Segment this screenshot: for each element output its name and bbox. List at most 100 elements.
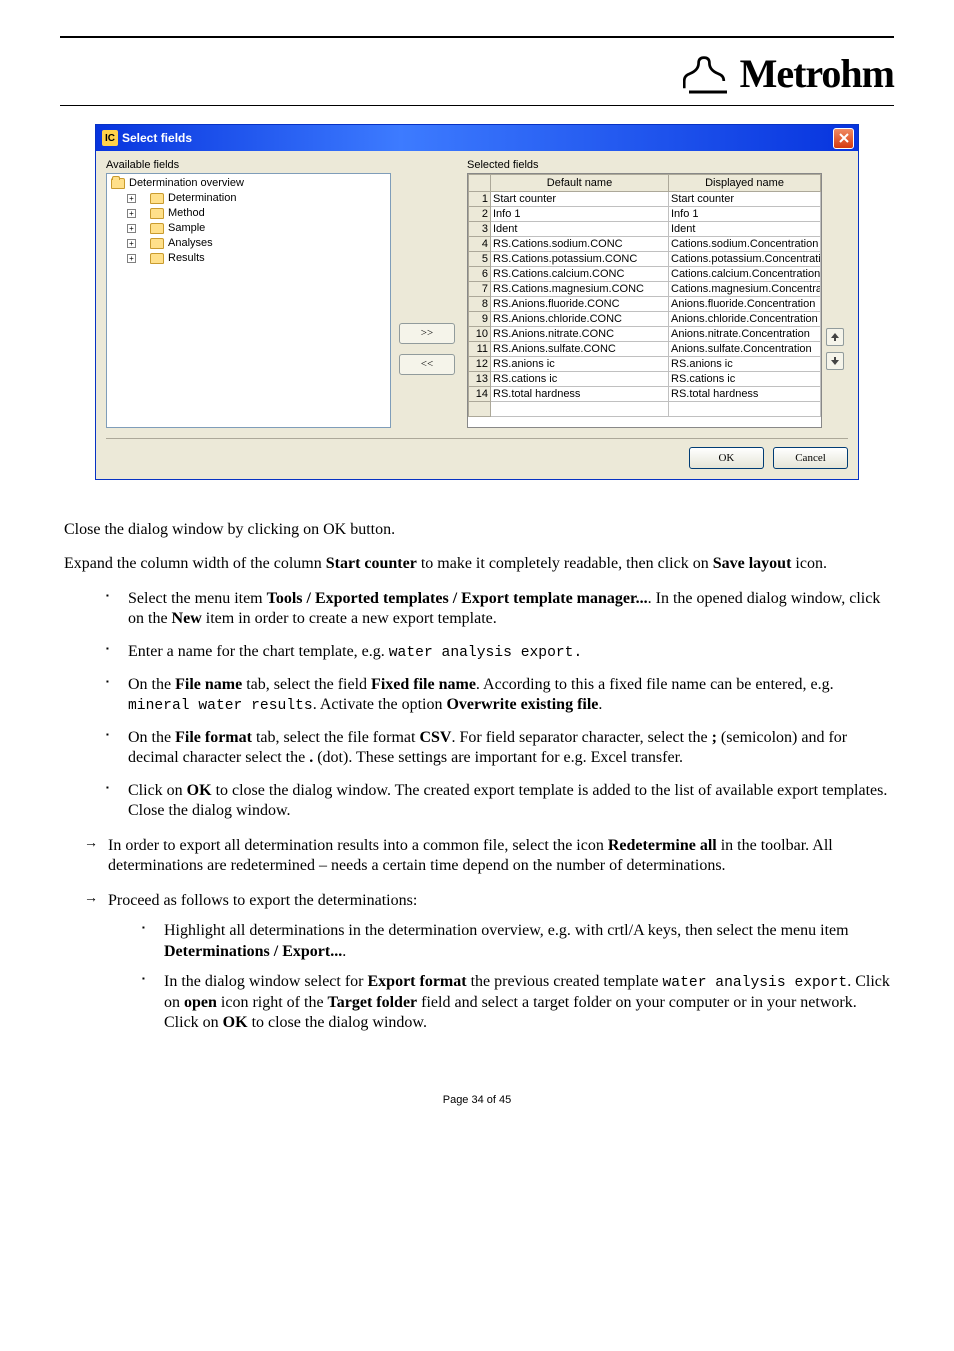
expander-icon[interactable]: +	[127, 224, 136, 233]
row-displayed: Start counter	[669, 192, 821, 207]
move-up-button[interactable]	[826, 328, 844, 346]
tree-item[interactable]: + Method	[111, 206, 386, 221]
row-displayed: RS.anions ic	[669, 357, 821, 372]
row-default: Start counter	[491, 192, 669, 207]
row-num: 2	[469, 207, 491, 222]
row-num: 12	[469, 357, 491, 372]
expander-icon[interactable]: +	[127, 254, 136, 263]
ok-button[interactable]: OK	[689, 447, 764, 469]
row-num: 10	[469, 327, 491, 342]
row-displayed: Anions.fluoride.Concentration	[669, 297, 821, 312]
table-row[interactable]: 13RS.cations icRS.cations ic	[469, 372, 821, 387]
close-button[interactable]	[833, 128, 854, 149]
available-fields-tree[interactable]: Determination overview + Determination + Me…	[106, 173, 391, 428]
col-num[interactable]	[469, 175, 491, 192]
row-default: RS.Cations.magnesium.CONC	[491, 282, 669, 297]
tree-item[interactable]: + Analyses	[111, 236, 386, 251]
row-default: RS.Cations.potassium.CONC	[491, 252, 669, 267]
tree-item[interactable]: + Determination	[111, 191, 386, 206]
row-displayed: RS.cations ic	[669, 372, 821, 387]
tree-item-label: Analyses	[168, 236, 213, 251]
tree-item-label: Sample	[168, 221, 205, 236]
row-displayed: Cations.calcium.Concentration	[669, 267, 821, 282]
col-default[interactable]: Default name	[491, 175, 669, 192]
row-displayed: RS.total hardness	[669, 387, 821, 402]
row-default: Ident	[491, 222, 669, 237]
row-default: RS.Anions.sulfate.CONC	[491, 342, 669, 357]
cancel-button[interactable]: Cancel	[773, 447, 848, 469]
row-default: RS.Anions.chloride.CONC	[491, 312, 669, 327]
table-row[interactable]: 1Start counterStart counter	[469, 192, 821, 207]
move-right-button[interactable]: >>	[399, 323, 455, 344]
row-num: 11	[469, 342, 491, 357]
arrow-step: In order to export all determination res…	[84, 836, 890, 877]
tree-item[interactable]: + Sample	[111, 221, 386, 236]
expander-icon[interactable]: +	[127, 239, 136, 248]
bullet-l2: Highlight all determinations in the dete…	[142, 921, 890, 962]
select-fields-dialog: IC Select fields Available fields Determ…	[95, 124, 859, 480]
folder-icon	[150, 253, 164, 264]
table-row[interactable]: 12RS.anions icRS.anions ic	[469, 357, 821, 372]
row-default: RS.Cations.calcium.CONC	[491, 267, 669, 282]
table-row[interactable]: 2Info 1Info 1	[469, 207, 821, 222]
row-num: 3	[469, 222, 491, 237]
move-down-button[interactable]	[826, 352, 844, 370]
para: Close the dialog window by clicking on O…	[64, 520, 890, 540]
tree-item-label: Determination	[168, 191, 236, 206]
folder-icon	[150, 208, 164, 219]
tree-item[interactable]: + Results	[111, 251, 386, 266]
row-default: RS.Anions.nitrate.CONC	[491, 327, 669, 342]
selected-fields-table[interactable]: Default name Displayed name 1Start count…	[468, 174, 821, 417]
tree-item-label: Method	[168, 206, 205, 221]
expander-icon[interactable]: +	[127, 209, 136, 218]
table-row[interactable]: 7RS.Cations.magnesium.CONCCations.magnes…	[469, 282, 821, 297]
top-rule	[60, 36, 894, 38]
row-default: RS.Anions.fluoride.CONC	[491, 297, 669, 312]
dialog-title: Select fields	[122, 131, 833, 145]
brand-block: Metrohm	[60, 46, 894, 99]
row-displayed: Cations.potassium.Concentration	[669, 252, 821, 267]
selected-fields-label: Selected fields	[467, 159, 822, 171]
bullet-l1: Click on OK to close the dialog window. …	[106, 781, 890, 822]
row-displayed: Anions.sulfate.Concentration	[669, 342, 821, 357]
table-row[interactable]: 4RS.Cations.sodium.CONCCations.sodium.Co…	[469, 237, 821, 252]
row-displayed: Anions.nitrate.Concentration	[669, 327, 821, 342]
app-icon: IC	[102, 130, 118, 146]
row-num: 1	[469, 192, 491, 207]
row-num: 6	[469, 267, 491, 282]
row-num: 4	[469, 237, 491, 252]
row-num: 9	[469, 312, 491, 327]
brand-text: Metrohm	[740, 51, 894, 96]
folder-icon	[150, 193, 164, 204]
col-displayed[interactable]: Displayed name	[669, 175, 821, 192]
row-num: 14	[469, 387, 491, 402]
arrow-step: Proceed as follows to export the determi…	[84, 891, 890, 911]
table-row[interactable]: 3IdentIdent	[469, 222, 821, 237]
table-row[interactable]: 11RS.Anions.sulfate.CONCAnions.sulfate.C…	[469, 342, 821, 357]
row-displayed: Cations.sodium.Concentration	[669, 237, 821, 252]
para: Expand the column width of the column St…	[64, 554, 890, 574]
document-body: Close the dialog window by clicking on O…	[60, 520, 894, 1034]
row-displayed: Anions.chloride.Concentration	[669, 312, 821, 327]
expander-icon[interactable]: +	[127, 194, 136, 203]
tree-root[interactable]: Determination overview	[111, 176, 386, 191]
row-displayed: Cations.magnesium.Concentration	[669, 282, 821, 297]
table-row[interactable]: 6RS.Cations.calcium.CONCCations.calcium.…	[469, 267, 821, 282]
folder-icon	[150, 223, 164, 234]
bullet-l1: On the File name tab, select the field F…	[106, 675, 890, 716]
move-left-button[interactable]: <<	[399, 354, 455, 375]
dialog-footer: OK Cancel	[106, 438, 848, 469]
folder-open-icon	[111, 178, 125, 189]
table-row[interactable]: 14RS.total hardnessRS.total hardness	[469, 387, 821, 402]
table-row[interactable]: 5RS.Cations.potassium.CONCCations.potass…	[469, 252, 821, 267]
bullet-l1: Select the menu item Tools / Exported te…	[106, 589, 890, 630]
row-default: RS.total hardness	[491, 387, 669, 402]
table-row[interactable]: 8RS.Anions.fluoride.CONCAnions.fluoride.…	[469, 297, 821, 312]
table-row[interactable]: 9RS.Anions.chloride.CONCAnions.chloride.…	[469, 312, 821, 327]
folder-icon	[150, 238, 164, 249]
selected-fields-table-box: Default name Displayed name 1Start count…	[467, 173, 822, 428]
dialog-titlebar: IC Select fields	[96, 125, 858, 151]
tree-item-label: Results	[168, 251, 205, 266]
bullet-l2: In the dialog window select for Export f…	[142, 972, 890, 1034]
table-row[interactable]: 10RS.Anions.nitrate.CONCAnions.nitrate.C…	[469, 327, 821, 342]
